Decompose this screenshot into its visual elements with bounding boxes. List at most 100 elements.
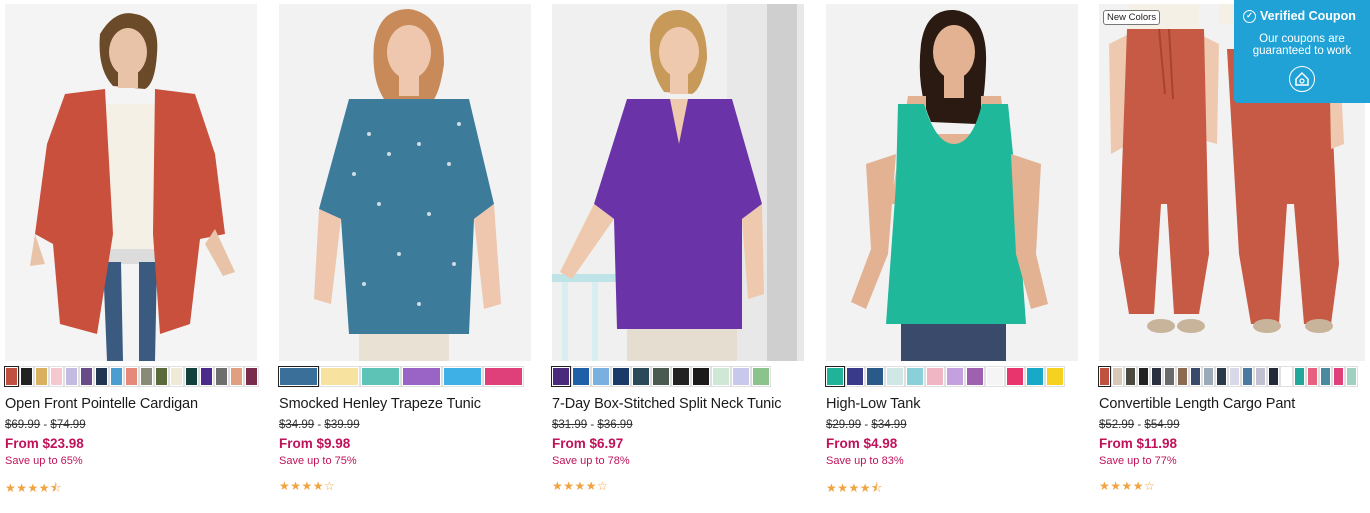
color-swatch[interactable] bbox=[691, 366, 711, 387]
color-swatch[interactable] bbox=[319, 366, 360, 387]
sale-price: From $4.98 bbox=[826, 436, 898, 451]
color-swatch[interactable] bbox=[360, 366, 401, 387]
color-swatch[interactable] bbox=[1306, 366, 1319, 387]
color-swatch[interactable] bbox=[905, 366, 925, 387]
color-swatch[interactable] bbox=[945, 366, 965, 387]
product-name[interactable]: High-Low Tank bbox=[826, 396, 920, 412]
color-swatch[interactable] bbox=[124, 366, 139, 387]
sale-price: From $6.97 bbox=[552, 436, 624, 451]
coupon-logo-icon bbox=[1289, 66, 1315, 92]
color-swatch[interactable] bbox=[49, 366, 64, 387]
color-swatch[interactable] bbox=[1150, 366, 1163, 387]
color-swatch[interactable] bbox=[845, 366, 865, 387]
product-image[interactable] bbox=[279, 4, 531, 361]
verified-coupon-text: Our coupons are guaranteed to work bbox=[1252, 33, 1352, 57]
product-card[interactable]: Smocked Henley Trapeze Tunic $34.99 - $3… bbox=[278, 4, 531, 509]
product-image[interactable] bbox=[552, 4, 804, 361]
savings-text: Save up to 77% bbox=[1099, 455, 1177, 467]
original-price: $34.99 - $39.99 bbox=[279, 419, 360, 431]
color-swatch[interactable] bbox=[571, 366, 591, 387]
color-swatches bbox=[1098, 366, 1358, 387]
color-swatches bbox=[551, 366, 771, 387]
color-swatch[interactable] bbox=[1045, 366, 1065, 387]
product-name[interactable]: Smocked Henley Trapeze Tunic bbox=[279, 396, 481, 412]
savings-text: Save up to 83% bbox=[826, 455, 904, 467]
product-image[interactable] bbox=[5, 4, 257, 361]
color-swatch[interactable] bbox=[19, 366, 34, 387]
product-card[interactable]: 7-Day Box-Stitched Split Neck Tunic $31.… bbox=[551, 4, 804, 509]
color-swatch[interactable] bbox=[1176, 366, 1189, 387]
savings-text: Save up to 78% bbox=[552, 455, 630, 467]
color-swatch[interactable] bbox=[671, 366, 691, 387]
color-swatch[interactable] bbox=[631, 366, 651, 387]
color-swatch[interactable] bbox=[1319, 366, 1332, 387]
product-name[interactable]: 7-Day Box-Stitched Split Neck Tunic bbox=[552, 396, 782, 412]
color-swatch[interactable] bbox=[885, 366, 905, 387]
color-swatch[interactable] bbox=[4, 366, 19, 387]
color-swatch[interactable] bbox=[154, 366, 169, 387]
product-image[interactable] bbox=[826, 4, 1078, 361]
color-swatch[interactable] bbox=[1163, 366, 1176, 387]
color-swatch[interactable] bbox=[401, 366, 442, 387]
color-swatch[interactable] bbox=[79, 366, 94, 387]
color-swatch[interactable] bbox=[825, 366, 845, 387]
color-swatch[interactable] bbox=[1025, 366, 1045, 387]
product-name[interactable]: Open Front Pointelle Cardigan bbox=[5, 396, 198, 412]
color-swatch[interactable] bbox=[551, 366, 571, 387]
original-price: $29.99 - $34.99 bbox=[826, 419, 907, 431]
original-price: $69.99 - $74.99 bbox=[5, 419, 86, 431]
color-swatch[interactable] bbox=[34, 366, 49, 387]
verified-coupon-panel[interactable]: ✓ Verified Coupon Our coupons are guaran… bbox=[1234, 0, 1370, 103]
product-card[interactable]: Open Front Pointelle Cardigan $69.99 - $… bbox=[4, 4, 259, 509]
color-swatch[interactable] bbox=[1189, 366, 1202, 387]
verified-coupon-title: ✓ Verified Coupon bbox=[1243, 9, 1356, 23]
product-name[interactable]: Convertible Length Cargo Pant bbox=[1099, 396, 1295, 412]
color-swatch[interactable] bbox=[865, 366, 885, 387]
color-swatch[interactable] bbox=[94, 366, 109, 387]
color-swatch[interactable] bbox=[199, 366, 214, 387]
color-swatch[interactable] bbox=[1293, 366, 1306, 387]
savings-text: Save up to 65% bbox=[5, 455, 83, 467]
color-swatch[interactable] bbox=[184, 366, 199, 387]
color-swatch[interactable] bbox=[1228, 366, 1241, 387]
color-swatch[interactable] bbox=[169, 366, 184, 387]
color-swatch[interactable] bbox=[985, 366, 1005, 387]
color-swatch[interactable] bbox=[1241, 366, 1254, 387]
color-swatch[interactable] bbox=[925, 366, 945, 387]
color-swatch[interactable] bbox=[1098, 366, 1111, 387]
new-colors-badge: New Colors bbox=[1103, 10, 1161, 25]
color-swatch[interactable] bbox=[711, 366, 731, 387]
color-swatch[interactable] bbox=[965, 366, 985, 387]
product-grid: Open Front Pointelle Cardigan $69.99 - $… bbox=[4, 4, 1365, 509]
color-swatch[interactable] bbox=[229, 366, 244, 387]
color-swatch[interactable] bbox=[1267, 366, 1280, 387]
color-swatch[interactable] bbox=[1280, 366, 1293, 387]
color-swatch[interactable] bbox=[1137, 366, 1150, 387]
color-swatch[interactable] bbox=[1111, 366, 1124, 387]
color-swatch[interactable] bbox=[1202, 366, 1215, 387]
color-swatch[interactable] bbox=[731, 366, 751, 387]
color-swatch[interactable] bbox=[214, 366, 229, 387]
color-swatch[interactable] bbox=[64, 366, 79, 387]
color-swatch[interactable] bbox=[442, 366, 483, 387]
sale-price: From $9.98 bbox=[279, 436, 351, 451]
color-swatch[interactable] bbox=[1345, 366, 1358, 387]
color-swatch[interactable] bbox=[483, 366, 524, 387]
color-swatch[interactable] bbox=[1215, 366, 1228, 387]
color-swatch[interactable] bbox=[109, 366, 124, 387]
color-swatch[interactable] bbox=[139, 366, 154, 387]
color-swatch[interactable] bbox=[1332, 366, 1345, 387]
rating-stars: ★★★★☆ bbox=[1099, 479, 1156, 493]
color-swatch[interactable] bbox=[651, 366, 671, 387]
color-swatch[interactable] bbox=[1124, 366, 1137, 387]
color-swatch[interactable] bbox=[751, 366, 771, 387]
color-swatch[interactable] bbox=[278, 366, 319, 387]
color-swatch[interactable] bbox=[244, 366, 259, 387]
color-swatch[interactable] bbox=[611, 366, 631, 387]
check-circle-icon: ✓ bbox=[1243, 9, 1256, 23]
color-swatch[interactable] bbox=[1254, 366, 1267, 387]
color-swatch[interactable] bbox=[1005, 366, 1025, 387]
product-card[interactable]: High-Low Tank $29.99 - $34.99 From $4.98… bbox=[825, 4, 1078, 509]
color-swatch[interactable] bbox=[591, 366, 611, 387]
rating-stars: ★★★★⯪ bbox=[5, 481, 62, 495]
